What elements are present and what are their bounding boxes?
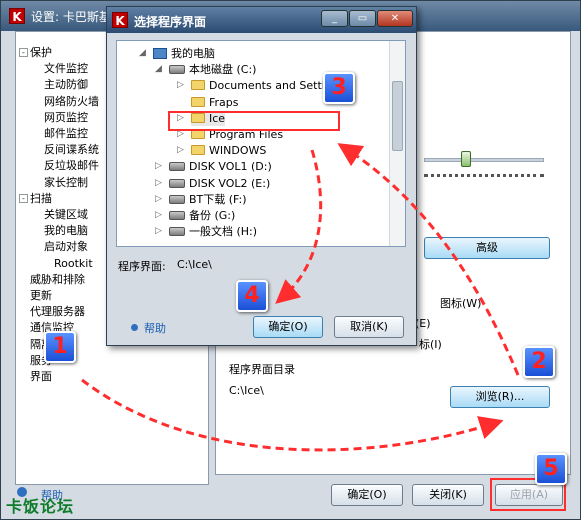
arrow-1-to-2 xyxy=(81,378,504,452)
step-badge-4: 4 xyxy=(236,280,268,312)
arrow-2-to-3 xyxy=(337,143,520,376)
arrow-3-to-4 xyxy=(275,149,323,304)
ice-highlight-box xyxy=(168,111,340,131)
step-badge-5: 5 xyxy=(535,453,567,485)
annotation-arrows xyxy=(81,143,520,452)
step-badge-3: 3 xyxy=(323,72,355,104)
step-badge-2: 2 xyxy=(523,346,555,378)
watermark: 卡饭论坛 xyxy=(6,497,75,516)
step-badge-1: 1 xyxy=(44,331,76,363)
